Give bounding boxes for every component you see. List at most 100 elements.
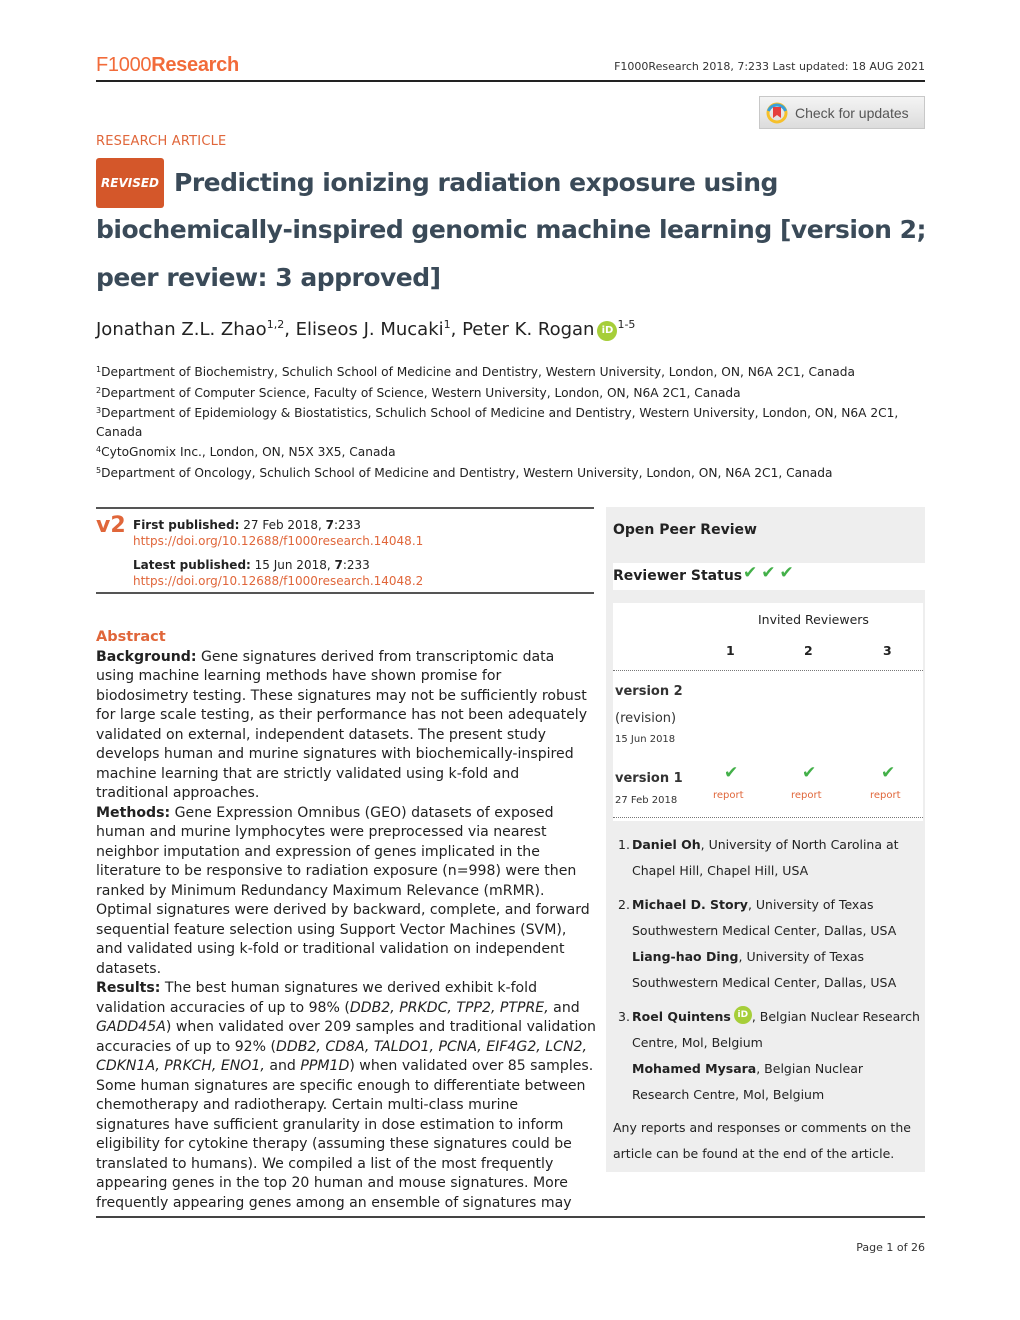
- affiliation-text: Department of Oncology, Schulich School …: [101, 465, 833, 480]
- review-footer-note: Any reports and responses or comments on…: [613, 1120, 911, 1161]
- citation-line: F1000Research 2018, 7:233 Last updated: …: [614, 60, 925, 73]
- abstract-methods: Methods: Gene Expression Omnibus (GEO) d…: [96, 804, 596, 980]
- abstract-heading: Abstract: [96, 629, 166, 645]
- open-peer-review-panel: Open Peer Review Reviewer Status ✔✔✔ Inv…: [606, 507, 925, 1172]
- latest-volume: 7: [334, 558, 343, 572]
- reviewer-column-1: 1: [726, 643, 735, 658]
- first-volume: 7: [325, 518, 334, 532]
- background-label: Background:: [96, 648, 197, 665]
- check-for-updates-button[interactable]: Check for updates: [759, 96, 925, 129]
- gene-list: GADD45A: [96, 1019, 166, 1035]
- page-number: Page 1 of 26: [856, 1241, 925, 1254]
- affiliation-text: Department of Biochemistry, Schulich Sch…: [101, 365, 855, 379]
- reviewer-column-3: 3: [883, 643, 892, 658]
- title-line-3: peer review: 3 approved]: [96, 254, 936, 302]
- version-mark: v2: [96, 513, 126, 538]
- reviewer-column-2: 2: [804, 643, 813, 658]
- first-doi-link[interactable]: https://doi.org/10.12688/f1000research.1…: [133, 533, 423, 549]
- reviewer-item: 3. Roel Quintens iD, Belgian Nuclear Rese…: [618, 1004, 923, 1108]
- first-published-date: 27 Feb 2018,: [239, 518, 326, 532]
- affiliations: 1Department of Biochemistry, Schulich Sc…: [96, 361, 926, 483]
- report-link-1[interactable]: report: [713, 790, 744, 801]
- title-text-1: Predicting ionizing radiation exposure u…: [174, 168, 778, 197]
- affiliation-item: 1Department of Biochemistry, Schulich Sc…: [96, 361, 926, 382]
- author-name[interactable]: Jonathan Z.L. Zhao: [96, 319, 267, 340]
- author-name[interactable]: Peter K. Rogan: [462, 319, 594, 340]
- first-page: :233: [333, 518, 361, 532]
- open-peer-review-title: Open Peer Review: [613, 522, 757, 538]
- version-2-label[interactable]: version 2: [615, 684, 683, 699]
- title-text-2: biochemically-inspired genomic machine l…: [96, 215, 772, 244]
- abstract-background: Background: Gene signatures derived from…: [96, 648, 596, 804]
- report-link-2[interactable]: report: [791, 790, 822, 801]
- author-list: Jonathan Z.L. Zhao1,2, Eliseos J. Mucaki…: [96, 318, 635, 341]
- crossmark-icon: [766, 102, 788, 124]
- affiliation-item: 4CytoGnomix Inc., London, ON, N5X 3X5, C…: [96, 441, 926, 462]
- results-text: and: [264, 1058, 301, 1074]
- results-text: and: [548, 999, 580, 1016]
- methods-label: Methods:: [96, 804, 171, 821]
- footer-divider: [96, 1216, 925, 1218]
- f1000research-logo[interactable]: F1000Research: [96, 54, 239, 77]
- version-1-date: 27 Feb 2018: [615, 795, 678, 806]
- reviewer-name: Daniel Oh: [632, 837, 701, 852]
- version-2-sub: (revision): [615, 711, 677, 726]
- gene-list: DDB2, PRKDC, TPP2, PTPRE,: [349, 999, 549, 1016]
- gene-list: PPM1D: [300, 1058, 350, 1074]
- author-affil-sup: 1-5: [617, 318, 636, 331]
- invited-reviewers-label: Invited Reviewers: [758, 612, 869, 627]
- orcid-icon[interactable]: iD: [733, 1006, 752, 1024]
- approved-check-icon: ✔: [802, 763, 817, 783]
- reviewer-name: Roel Quintens: [632, 1009, 731, 1024]
- orcid-icon[interactable]: iD: [597, 321, 618, 341]
- version-tag: [version 2;: [779, 215, 927, 244]
- reviewer-status-label: Reviewer Status: [613, 568, 743, 584]
- reviewer-item: 1. Daniel Oh, University of North Caroli…: [618, 832, 923, 884]
- header-divider: [96, 80, 925, 82]
- latest-published: Latest published: 15 Jun 2018, 7:233: [133, 557, 423, 573]
- reviewer-number: 3.: [618, 1009, 630, 1024]
- article-title: REVISED Predicting ionizing radiation exp…: [96, 158, 936, 302]
- report-link-3[interactable]: report: [870, 790, 901, 801]
- author-separator: ,: [284, 319, 296, 340]
- version-1-label[interactable]: version 1: [615, 771, 683, 786]
- abstract: Abstract Background: Gene signatures der…: [96, 628, 596, 1213]
- check-for-updates-label: Check for updates: [795, 104, 909, 121]
- background-text: Gene signatures derived from transcripto…: [96, 648, 588, 802]
- abstract-results: Results: The best human signatures we de…: [96, 979, 596, 1213]
- table-divider: [613, 817, 923, 818]
- author-name[interactable]: Eliseos J. Mucaki: [296, 319, 444, 340]
- results-label: Results:: [96, 980, 161, 996]
- affiliation-text: Department of Computer Science, Faculty …: [101, 385, 741, 400]
- title-text-3: peer review: 3 approved]: [96, 263, 441, 292]
- latest-published-date: 15 Jun 2018,: [250, 558, 335, 572]
- reviewer-item: 2. Michael D. Story, University of Texas…: [618, 892, 923, 996]
- table-divider: [613, 670, 923, 671]
- affiliation-text: CytoGnomix Inc., London, ON, N5X 3X5, Ca…: [101, 445, 396, 460]
- logo-f1000: F1000: [96, 54, 152, 76]
- logo-research: Research: [151, 54, 239, 76]
- first-published-label: First published:: [133, 518, 240, 532]
- reviewer-name: Mohamed Mysara: [632, 1061, 757, 1076]
- publication-details: First published: 27 Feb 2018, 7:233 http…: [133, 517, 423, 589]
- author-separator: ,: [450, 319, 463, 340]
- first-published: First published: 27 Feb 2018, 7:233: [133, 517, 423, 533]
- reviewer-name: Michael D. Story: [632, 897, 748, 912]
- affiliation-item: 5Department of Oncology, Schulich School…: [96, 462, 926, 483]
- reviewer-status: Reviewer Status ✔✔✔: [613, 563, 925, 590]
- article-type: RESEARCH ARTICLE: [96, 134, 227, 149]
- latest-doi-link[interactable]: https://doi.org/10.12688/f1000research.1…: [133, 573, 423, 589]
- affiliation-item: 2Department of Computer Science, Faculty…: [96, 382, 926, 403]
- methods-text: Gene Expression Omnibus (GEO) datasets o…: [96, 804, 590, 977]
- latest-published-label: Latest published:: [133, 558, 251, 572]
- affiliation-text: Department of Epidemiology & Biostatisti…: [96, 406, 899, 439]
- author-affil-sup: 1: [443, 318, 451, 331]
- version-2-date: 15 Jun 2018: [615, 734, 676, 745]
- latest-page: :233: [342, 558, 370, 572]
- title-line-1: REVISED Predicting ionizing radiation exp…: [96, 158, 936, 208]
- reviewer-name: Liang-hao Ding: [632, 949, 739, 964]
- approved-check-icon: ✔: [724, 763, 739, 783]
- reviewer-list: 1. Daniel Oh, University of North Caroli…: [618, 832, 923, 1116]
- reviewer-number: 1.: [618, 837, 630, 852]
